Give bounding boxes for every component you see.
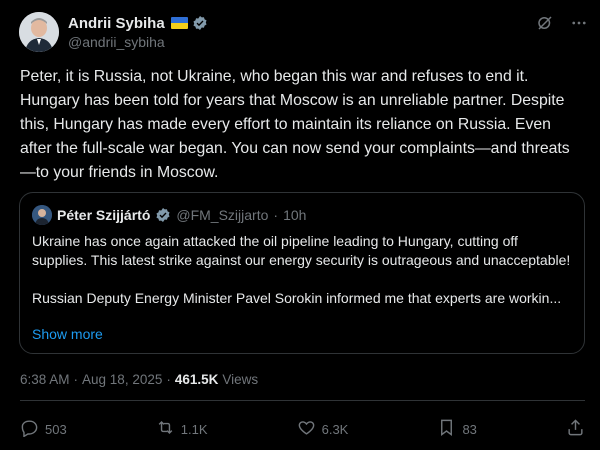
- like-count: 6.3K: [321, 421, 349, 437]
- quoted-separator: ·: [273, 207, 279, 223]
- post-date[interactable]: Aug 18, 2025: [82, 372, 162, 387]
- like-button[interactable]: 6.3K: [297, 418, 349, 440]
- verified-badge-icon: [155, 207, 171, 223]
- quoted-author-avatar: [32, 205, 52, 225]
- reply-button[interactable]: 503: [20, 418, 67, 440]
- verified-badge-icon[interactable]: [192, 15, 208, 31]
- divider: [20, 400, 585, 401]
- quoted-author-handle: @FM_Szijjarto: [176, 207, 269, 223]
- post-meta: 6:38 AM · Aug 18, 2025 · 461.5K Views: [20, 372, 258, 387]
- bookmark-count: 83: [462, 421, 477, 437]
- action-bar: 503 1.1K 6.3K 83: [20, 418, 585, 440]
- quoted-paragraph-1: Ukraine has once again attacked the oil …: [32, 233, 571, 268]
- author-name-row: Andrii Sybiha: [68, 13, 208, 33]
- like-icon: [297, 418, 316, 440]
- repost-count: 1.1K: [180, 421, 208, 437]
- reply-count: 503: [45, 421, 67, 437]
- quoted-post[interactable]: Péter Szijjártó @FM_Szijjarto · 10h Ukra…: [19, 192, 585, 354]
- meta-separator: ·: [73, 372, 79, 387]
- repost-button[interactable]: 1.1K: [156, 418, 208, 440]
- bookmark-button[interactable]: 83: [437, 418, 477, 440]
- bookmark-icon: [437, 418, 456, 440]
- author-avatar[interactable]: [19, 12, 59, 52]
- grok-icon[interactable]: [536, 14, 554, 32]
- quoted-post-header: Péter Szijjártó @FM_Szijjarto · 10h: [32, 205, 306, 225]
- views-count: 461.5K: [174, 372, 219, 387]
- meta-separator: ·: [166, 372, 171, 387]
- post-text: Peter, it is Russia, not Ukraine, who be…: [20, 68, 570, 181]
- more-icon[interactable]: [570, 14, 588, 32]
- quoted-time: 10h: [283, 207, 307, 223]
- post-time[interactable]: 6:38 AM: [20, 372, 70, 387]
- post-top-actions: [536, 14, 588, 32]
- quoted-paragraph-2: Russian Deputy Energy Minister Pavel Sor…: [32, 290, 562, 306]
- quoted-post-text: Ukraine has once again attacked the oil …: [32, 232, 577, 308]
- show-more-link[interactable]: Show more: [32, 326, 103, 342]
- share-icon: [566, 418, 585, 440]
- views-label: Views: [222, 372, 259, 387]
- reply-icon: [20, 418, 39, 440]
- author-handle[interactable]: @andrii_sybiha: [68, 34, 165, 50]
- repost-icon: [156, 418, 175, 440]
- flag-ukraine-icon: [170, 17, 188, 29]
- quoted-author-name: Péter Szijjártó: [57, 207, 151, 223]
- author-name[interactable]: Andrii Sybiha: [68, 15, 165, 32]
- share-button[interactable]: [566, 418, 585, 440]
